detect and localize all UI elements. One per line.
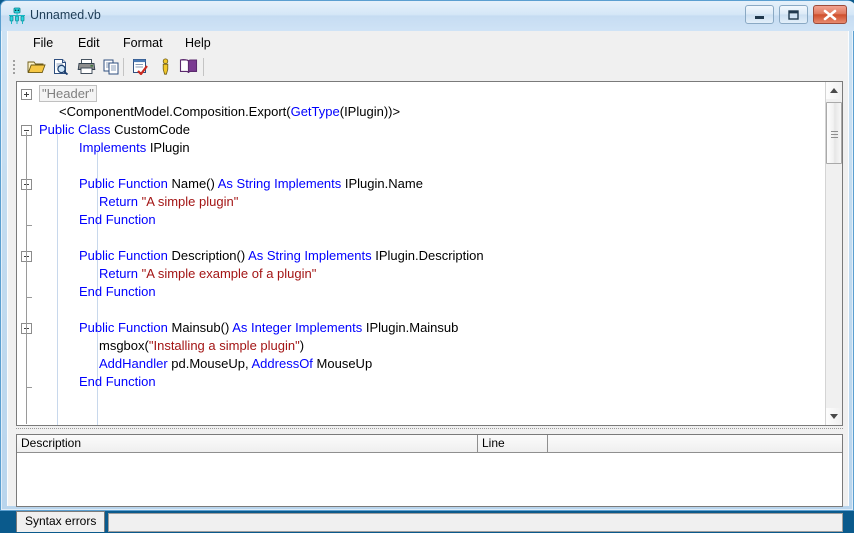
code-token: Implements	[79, 140, 150, 155]
code-line[interactable]: Public Class CustomCode	[39, 121, 190, 139]
code-token: End Function	[79, 212, 156, 227]
code-token: As String Implements	[217, 176, 345, 191]
code-token: IPlugin.Description	[375, 248, 484, 263]
code-token: )	[299, 338, 305, 353]
code-token: AddressOf	[251, 356, 317, 371]
code-token: Public Function	[79, 176, 172, 191]
code-line[interactable]: msgbox("Installing a simple plugin")	[99, 337, 304, 355]
title-bar[interactable]: Unnamed.vb	[1, 1, 854, 31]
error-list-panel[interactable]: Description Line	[16, 434, 843, 507]
code-token: msgbox(	[99, 338, 149, 353]
code-token: As String Implements	[248, 248, 376, 263]
toolbar-separator-2	[203, 58, 204, 76]
indent-guide	[57, 134, 58, 425]
tab-syntax-errors[interactable]: Syntax errors	[16, 511, 106, 532]
code-token: "Installing a simple plugin"	[148, 338, 300, 353]
close-button[interactable]	[813, 5, 847, 24]
code-line[interactable]: Return "A simple plugin"	[99, 193, 238, 211]
scroll-down-arrow-icon[interactable]	[826, 408, 842, 425]
application-window: Unnamed.vb File Edit Format Help "Header…	[0, 0, 854, 532]
code-token: End Function	[79, 284, 156, 299]
code-line[interactable]: Public Function Name() As String Impleme…	[79, 175, 423, 193]
fold-connector-line	[26, 180, 27, 216]
copy-button[interactable]	[101, 57, 123, 77]
code-line[interactable]: "Header"	[39, 85, 97, 103]
code-line[interactable]: Implements IPlugin	[79, 139, 190, 157]
code-line[interactable]: Public Function Description() As String …	[79, 247, 484, 265]
code-token: Public Function	[79, 248, 172, 263]
code-line[interactable]: Return "A simple example of a plugin"	[99, 265, 316, 283]
column-header-line[interactable]: Line	[478, 435, 548, 452]
code-token: AddHandler	[99, 356, 172, 371]
code-token: (IPlugin))>	[339, 104, 401, 119]
maximize-button[interactable]	[779, 5, 808, 24]
error-list-header: Description Line	[17, 435, 842, 453]
minimize-button[interactable]	[745, 5, 774, 24]
code-token: "A simple plugin"	[141, 194, 239, 209]
panel-splitter[interactable]	[16, 428, 843, 433]
code-token: MouseUp	[316, 356, 373, 371]
code-token: Name()	[171, 176, 218, 191]
help-reference-button[interactable]	[178, 57, 200, 77]
fold-connector-line	[26, 252, 27, 288]
code-token: "A simple example of a plugin"	[141, 266, 317, 281]
scroll-up-arrow-icon[interactable]	[826, 82, 842, 99]
menu-item-format[interactable]: Format	[116, 35, 170, 51]
menu-item-edit[interactable]: Edit	[71, 35, 107, 51]
code-token: Mainsub()	[171, 320, 233, 335]
window-title: Unnamed.vb	[30, 8, 101, 22]
code-token: "Header"	[39, 85, 97, 102]
code-token: Description()	[171, 248, 249, 263]
code-token: Return	[99, 266, 142, 281]
print-preview-button[interactable]	[51, 57, 73, 77]
code-token: CustomCode	[114, 122, 191, 137]
robot-icon	[8, 7, 26, 25]
code-line[interactable]: End Function	[79, 283, 156, 301]
code-line[interactable]: Public Function Mainsub() As Integer Imp…	[79, 319, 458, 337]
code-token: IPlugin.Name	[344, 176, 423, 191]
fold-gutter[interactable]	[17, 82, 37, 425]
menu-item-help[interactable]: Help	[178, 35, 218, 51]
fold-expand-icon[interactable]	[21, 89, 32, 100]
column-header-filler[interactable]	[548, 435, 842, 452]
code-line[interactable]: AddHandler pd.MouseUp, AddressOf MouseUp	[99, 355, 372, 373]
code-token: Public Function	[79, 320, 172, 335]
code-token: GetType	[290, 104, 340, 119]
code-line[interactable]: End Function	[79, 211, 156, 229]
code-token: End Function	[79, 374, 156, 389]
check-syntax-button[interactable]	[130, 57, 152, 77]
menu-item-file[interactable]: File	[26, 35, 60, 51]
fold-connector-line	[26, 324, 27, 380]
code-token: As Integer Implements	[232, 320, 366, 335]
client-area: File Edit Format Help "Header" <Componen…	[7, 31, 849, 532]
bottom-tab-strip: Syntax errors	[16, 511, 843, 533]
code-token: Public Class	[39, 122, 115, 137]
insert-object-button[interactable]	[155, 57, 177, 77]
toolbar-separator	[123, 58, 124, 76]
code-token: IPlugin	[149, 140, 190, 155]
tab-strip-background	[108, 513, 843, 532]
code-token: pd.MouseUp,	[171, 356, 252, 371]
editor-vertical-scrollbar[interactable]	[825, 82, 842, 425]
code-text-area[interactable]: "Header" <ComponentModel.Composition.Expo…	[37, 82, 827, 425]
code-token: IPlugin.Mainsub	[365, 320, 459, 335]
column-header-description[interactable]: Description	[17, 435, 478, 452]
toolbar	[8, 54, 848, 80]
open-file-button[interactable]	[26, 57, 48, 77]
print-button[interactable]	[76, 57, 98, 77]
code-line[interactable]: End Function	[79, 373, 156, 391]
code-token: Return	[99, 194, 142, 209]
code-token: <ComponentModel.Composition.Export(	[59, 104, 291, 119]
menu-bar: File Edit Format Help	[8, 31, 848, 54]
toolbar-grip[interactable]	[13, 60, 16, 74]
code-editor[interactable]: "Header" <ComponentModel.Composition.Expo…	[16, 81, 843, 426]
code-line[interactable]: <ComponentModel.Composition.Export(GetTy…	[59, 103, 400, 121]
error-list-body[interactable]	[17, 453, 842, 506]
scrollbar-thumb[interactable]	[826, 102, 842, 164]
